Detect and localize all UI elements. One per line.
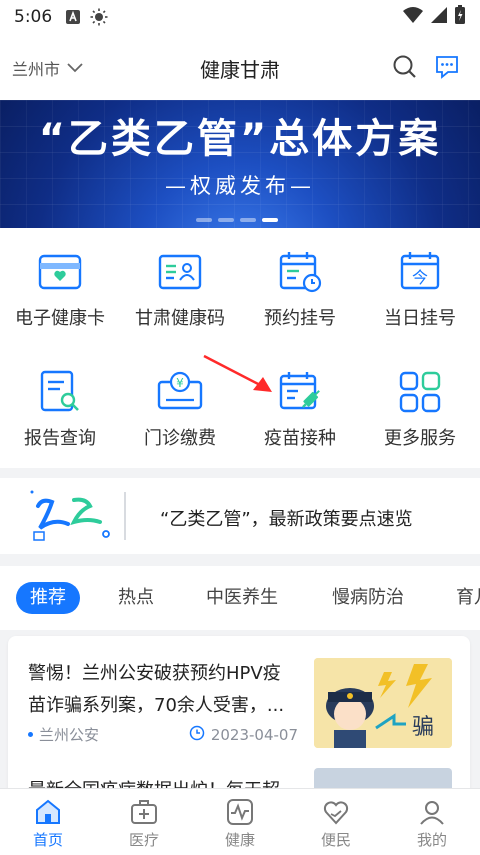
signal-icon [430, 6, 448, 28]
health-code-icon [156, 248, 204, 296]
tab-parenting[interactable]: 育儿 [456, 582, 480, 614]
battery-icon [454, 5, 466, 29]
service-health-card[interactable]: 电子健康卡 [0, 228, 120, 338]
report-search-icon [36, 368, 84, 416]
brightness-icon [90, 8, 108, 26]
service-more[interactable]: 更多服务 [360, 348, 480, 458]
nav-label: 医疗 [128, 831, 159, 849]
promo-banner[interactable]: “乙类乙管”总体方案 —权威发布— [0, 100, 480, 228]
service-label: 甘肃健康码 [135, 308, 225, 329]
service-label: 预约挂号 [264, 308, 336, 329]
article-title: 警惕！兰州公安破获预约HPV疫苗诈骗系列案，70余人受害，... [28, 663, 285, 716]
service-label: 疫苗接种 [264, 428, 336, 449]
article-list: 警惕！兰州公安破获预约HPV疫苗诈骗系列案，70余人受害，... 兰州公安 20… [8, 636, 470, 804]
service-label: 电子健康卡 [15, 308, 105, 329]
carousel-dot [196, 218, 212, 222]
nav-label: 我的 [416, 831, 447, 849]
banner-headline: “乙类乙管”总体方案 [38, 116, 442, 162]
heart-hand-icon [321, 797, 351, 827]
carousel-dot-active [262, 218, 278, 222]
tab-tcm[interactable]: 中医养生 [206, 582, 278, 614]
annotation-arrow [203, 354, 272, 392]
nav-convenience[interactable]: 便民 [288, 789, 384, 855]
home-icon [33, 797, 63, 827]
category-tabs: 推荐 热点 中医养生 慢病防治 育儿 [0, 566, 480, 630]
nav-mine[interactable]: 我的 [384, 789, 480, 855]
vaccine-icon [276, 368, 324, 416]
svg-text:¥: ¥ [176, 376, 184, 390]
service-health-code[interactable]: 甘肃健康码 [120, 228, 240, 338]
top-navigation-bar: 兰州市 健康甘肃 [0, 34, 480, 100]
more-services-icon [396, 368, 444, 416]
status-bar: 5:06 [0, 0, 480, 34]
accessibility-icon [64, 8, 82, 26]
today-register-icon: 今 [396, 248, 444, 296]
medical-kit-icon [129, 797, 159, 827]
service-label: 当日挂号 [384, 308, 456, 329]
pulse-icon [225, 797, 255, 827]
article-date-text: 2023-04-07 [210, 725, 298, 744]
thumbnail-text: 骗 [412, 715, 434, 740]
clock-icon [189, 725, 205, 745]
nav-label: 健康 [224, 831, 255, 849]
outpatient-pay-icon: ¥ [156, 368, 204, 416]
nav-label: 首页 [32, 831, 63, 849]
divider [124, 492, 126, 540]
tab-chronic[interactable]: 慢病防治 [332, 582, 404, 614]
headline-text: “乙类乙管”，最新政策要点速览 [160, 509, 413, 530]
carousel-dot [240, 218, 256, 222]
service-label: 门诊缴费 [144, 428, 216, 449]
article-source: 兰州公安 [39, 726, 100, 744]
carousel-indicator [196, 218, 278, 222]
source-dot [28, 732, 33, 737]
services-grid: 电子健康卡 甘肃健康码 预约挂号 今 当日挂号 报告查询 ¥ 门诊缴费 疫苗接种 [0, 228, 480, 468]
service-appointment[interactable]: 预约挂号 [240, 228, 360, 338]
user-icon [417, 797, 447, 827]
nav-label: 便民 [320, 831, 351, 849]
status-time: 5:06 [14, 7, 53, 27]
bottom-navigation: 首页 医疗 健康 便民 我的 [0, 788, 480, 855]
message-icon[interactable] [434, 54, 460, 84]
nav-health[interactable]: 健康 [192, 789, 288, 855]
nav-medical[interactable]: 医疗 [96, 789, 192, 855]
search-icon[interactable] [392, 54, 418, 84]
tab-recommend[interactable]: 推荐 [16, 582, 80, 614]
headline-logo [28, 488, 118, 544]
wifi-icon [402, 6, 424, 28]
article-meta: 兰州公安 2023-04-07 [28, 724, 298, 745]
svg-text:今: 今 [412, 268, 428, 287]
carousel-dot [218, 218, 234, 222]
banner-subtitle: —权威发布— [165, 174, 315, 198]
nav-home[interactable]: 首页 [0, 789, 96, 855]
service-label: 更多服务 [384, 428, 456, 449]
appointment-icon [276, 248, 324, 296]
service-label: 报告查询 [24, 428, 96, 449]
service-report-search[interactable]: 报告查询 [0, 348, 120, 458]
article-date: 2023-04-07 [189, 725, 298, 745]
headline-strip[interactable]: “乙类乙管”，最新政策要点速览 [0, 478, 480, 554]
tab-hot[interactable]: 热点 [118, 582, 154, 614]
article-thumbnail: 骗 [314, 658, 452, 748]
health-card-icon [36, 248, 84, 296]
service-today-register[interactable]: 今 当日挂号 [360, 228, 480, 338]
